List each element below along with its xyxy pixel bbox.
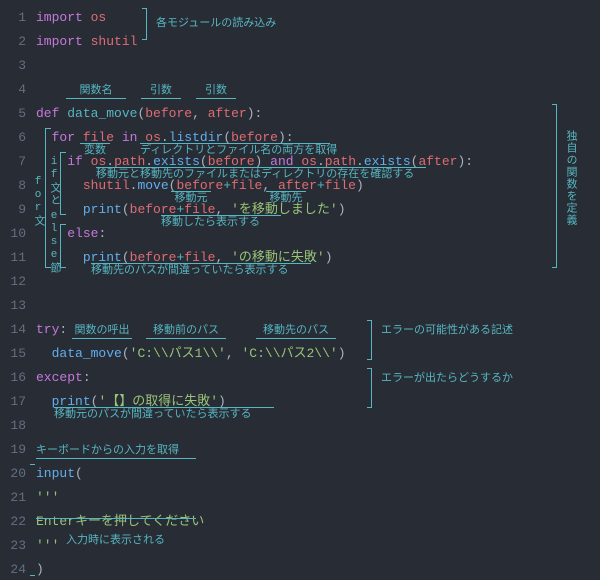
code-line: '''	[36, 486, 600, 510]
line-number: 20	[0, 462, 36, 486]
line-number: 1	[0, 6, 36, 30]
line-number: 7	[0, 150, 36, 174]
line-number: 3	[0, 54, 36, 78]
code-line: )	[36, 558, 600, 580]
line-number: 2	[0, 30, 36, 54]
code-line: import shutil	[36, 30, 600, 54]
line-number: 24	[0, 558, 36, 580]
line-number: 17	[0, 390, 36, 414]
code-line	[36, 414, 600, 438]
code-line: input(	[36, 462, 600, 486]
code-line	[36, 54, 600, 78]
code-line	[36, 294, 600, 318]
code-editor: 1 2 3 4 5 6 7 8 9 10 11 12 13 14 15 16 1…	[0, 0, 600, 580]
line-number: 12	[0, 270, 36, 294]
code-line: if os.path.exists(before) and os.path.ex…	[36, 150, 600, 174]
code-line: for file in os.listdir(before):	[36, 126, 600, 150]
line-number: 6	[0, 126, 36, 150]
line-number: 19	[0, 438, 36, 462]
code-line: Enterキーを押してください	[36, 510, 600, 534]
line-number: 5	[0, 102, 36, 126]
line-number-gutter: 1 2 3 4 5 6 7 8 9 10 11 12 13 14 15 16 1…	[0, 0, 36, 580]
code-line: data_move('C:\\パス1\\', 'C:\\パス2\\')	[36, 342, 600, 366]
code-line	[36, 270, 600, 294]
line-number: 16	[0, 366, 36, 390]
code-line: print(before+file, 'の移動に失敗')	[36, 246, 600, 270]
line-number: 9	[0, 198, 36, 222]
line-number: 13	[0, 294, 36, 318]
line-number: 22	[0, 510, 36, 534]
code-line: print(before+file, 'を移動しました')	[36, 198, 600, 222]
line-number: 23	[0, 534, 36, 558]
line-number: 4	[0, 78, 36, 102]
line-number: 21	[0, 486, 36, 510]
code-area[interactable]: import os import shutil def data_move(be…	[36, 0, 600, 580]
line-number: 11	[0, 246, 36, 270]
code-line: import os	[36, 6, 600, 30]
code-line	[36, 438, 600, 462]
line-number: 8	[0, 174, 36, 198]
code-line: '''	[36, 534, 600, 558]
line-number: 15	[0, 342, 36, 366]
code-line: shutil.move(before+file, after+file)	[36, 174, 600, 198]
line-number: 10	[0, 222, 36, 246]
code-line: try:	[36, 318, 600, 342]
code-line: def data_move(before, after):	[36, 102, 600, 126]
code-line	[36, 78, 600, 102]
code-line: except:	[36, 366, 600, 390]
line-number: 18	[0, 414, 36, 438]
code-line: print('【】の取得に失敗')	[36, 390, 600, 414]
code-line: else:	[36, 222, 600, 246]
line-number: 14	[0, 318, 36, 342]
